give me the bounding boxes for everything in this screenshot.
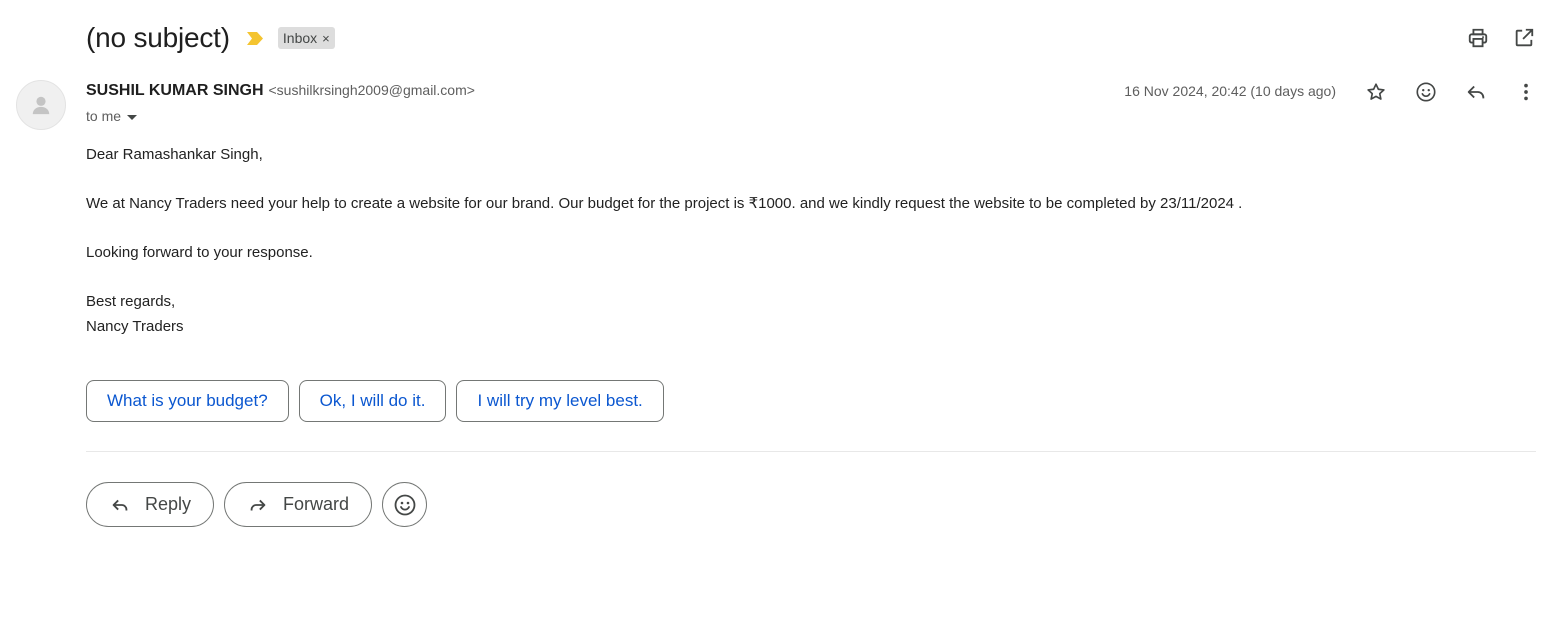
- recipient-details-toggle[interactable]: to me: [86, 108, 138, 124]
- reply-label: Reply: [145, 494, 192, 514]
- emoji-icon: [394, 494, 415, 515]
- thread-actions: [1466, 26, 1536, 50]
- greeting: Dear Ramashankar Singh,: [86, 146, 263, 163]
- forward-button[interactable]: Forward: [224, 482, 373, 527]
- forward-icon: [247, 494, 269, 516]
- more-vert-icon[interactable]: [1514, 80, 1538, 104]
- signature: Nancy Traders: [86, 317, 184, 335]
- reply-icon[interactable]: [1464, 80, 1488, 104]
- person-icon: [32, 96, 50, 115]
- open-in-new-window-icon[interactable]: [1512, 26, 1536, 50]
- sender-avatar[interactable]: [16, 80, 66, 130]
- reply-button[interactable]: Reply: [86, 482, 215, 527]
- email-subject: (no subject): [86, 22, 230, 53]
- divider: [86, 451, 1536, 452]
- smart-reply-button[interactable]: Ok, I will do it.: [298, 380, 447, 422]
- closing-line: Looking forward to your response.: [86, 244, 313, 261]
- sender-name[interactable]: SUSHIL KUMAR SINGH: [86, 82, 264, 100]
- smart-replies: What is your budget? Ok, I will do it. I…: [86, 380, 664, 422]
- sender-info: SUSHIL KUMAR SINGH <sushilkrsingh2009@gm…: [86, 82, 475, 100]
- sign-off: Best regards,: [86, 293, 176, 310]
- remove-label-button[interactable]: ×: [322, 31, 330, 46]
- message-body: Dear Ramashankar Singh, We at Nancy Trad…: [86, 143, 1242, 339]
- subject-row: (no subject) Inbox ×: [86, 18, 335, 58]
- reply-icon: [109, 494, 131, 516]
- emoji-icon[interactable]: [1414, 80, 1438, 104]
- sender-email: <sushilkrsingh2009@gmail.com>: [268, 82, 475, 98]
- recipient-label: to me: [86, 108, 122, 124]
- label-chip-text: Inbox: [282, 30, 318, 46]
- print-icon[interactable]: [1466, 26, 1490, 50]
- smart-reply-button[interactable]: I will try my level best.: [456, 380, 664, 422]
- star-icon[interactable]: [1364, 80, 1388, 104]
- message-date: 16 Nov 2024, 20:42 (10 days ago): [1124, 83, 1336, 99]
- label-chip-inbox: Inbox ×: [277, 27, 335, 49]
- importance-marker-icon[interactable]: [246, 31, 266, 45]
- body-paragraph: We at Nancy Traders need your help to cr…: [86, 195, 1243, 212]
- forward-label: Forward: [283, 494, 350, 514]
- message-actions: [1364, 80, 1538, 104]
- smart-reply-button[interactable]: What is your budget?: [86, 380, 289, 422]
- chevron-down-icon: [127, 114, 138, 120]
- reply-actions: Reply Forward: [86, 482, 428, 527]
- emoji-reaction-button[interactable]: [382, 482, 428, 527]
